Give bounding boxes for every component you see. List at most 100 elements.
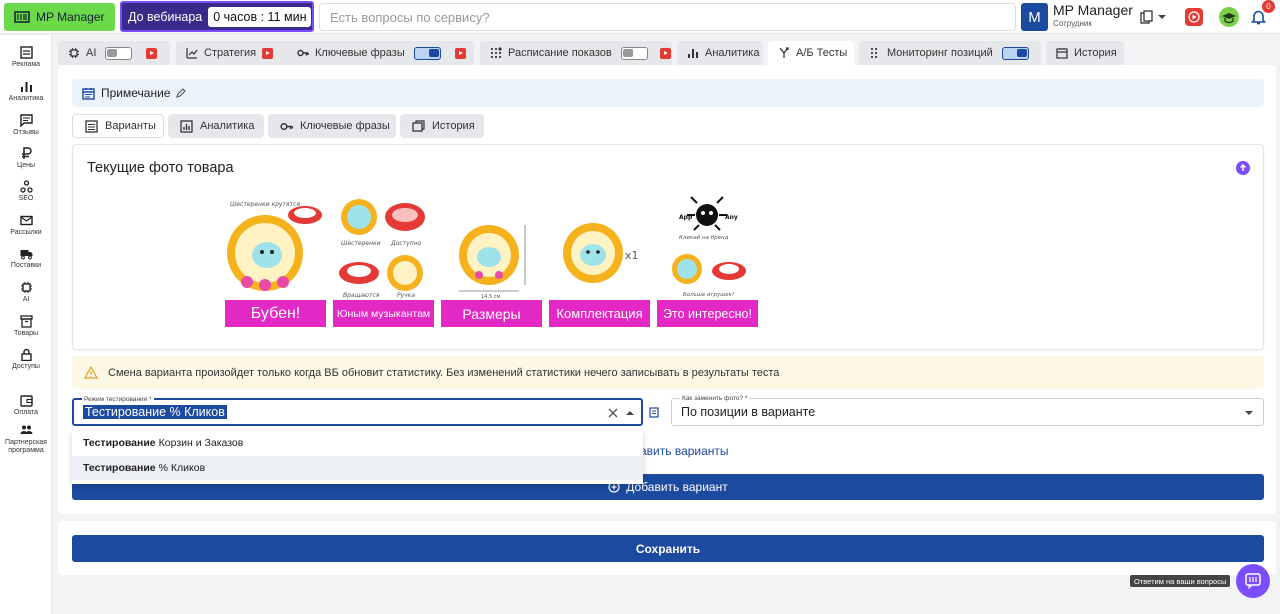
video-icon[interactable] [262,47,274,59]
lock-icon [20,348,32,361]
top-bar: MP Manager До вебинара 0 часов : 11 мин … [0,0,1280,34]
feature-label: Ручка [397,292,415,299]
dropdown-option[interactable]: Тестирование Корзин и Заказов [72,431,643,455]
testing-mode-select[interactable]: Режим тестирования * Тестирование % Клик… [72,396,643,426]
pencil-icon[interactable] [176,88,187,98]
sidebar-item-supplies[interactable]: Поставки [0,247,52,270]
webinar-countdown[interactable]: До вебинара 0 часов : 11 мин [120,1,314,32]
grid-dots-icon [871,48,877,58]
chevron-down-icon[interactable] [1158,15,1166,19]
graduation-cap-icon[interactable] [1219,7,1239,27]
logo-icon [14,11,30,23]
sidebar-item-analytics[interactable]: Аналитика [0,80,52,103]
collapse-up-icon[interactable] [1236,161,1250,175]
sidebar-item-prices[interactable]: Цены [0,147,52,170]
sidebar-item-payment[interactable]: Оплата [0,394,52,417]
warning-text: Смена варианта произойдет только когда В… [108,366,780,379]
keywords-toggle[interactable] [413,46,441,60]
sidebar: Реклама Аналитика Отзывы Цены SEO Рассыл… [0,35,52,614]
photo-thumb[interactable]: Шестеренки Доступно Вращаются Ручка Юным… [333,195,434,327]
save-button[interactable]: Сохранить [72,535,1264,562]
key-icon [280,122,293,130]
video-icon[interactable] [454,47,466,59]
sidebar-item-mailings[interactable]: Рассылки [0,214,52,237]
tab-analytics[interactable]: Аналитика [677,41,763,65]
ai-toggle[interactable] [105,46,133,60]
chevron-up-icon[interactable] [626,411,634,415]
sidebar-item-products[interactable]: Товары [0,315,52,338]
notification-badge: 0 [1262,0,1275,13]
product-image-kit: x1 [549,195,650,300]
tab-label: Аналитика [705,47,760,59]
sidebar-item-label: SEO [18,195,34,202]
sidebar-item-ai[interactable]: AI [0,281,52,304]
user-role: Сотрудник [1053,19,1092,28]
search-input[interactable] [319,3,1016,31]
video-icon[interactable] [146,47,158,59]
history-icon [1056,48,1068,59]
brand-name-right: Any [725,214,738,221]
logo[interactable]: MP Manager [4,3,115,31]
photos-title: Текущие фото товара [87,160,234,176]
photo-caption: Бубен! [225,300,326,327]
sidebar-item-partners[interactable]: Партнерская программа [0,424,52,455]
sidebar-item-access[interactable]: Доступы [0,348,52,371]
dropdown-option[interactable]: Тестирование % Кликов [72,456,643,480]
tab-schedule[interactable]: Расписание показов [480,41,672,65]
tab-keywords[interactable]: Ключевые фразы [287,41,474,65]
logo-text: MP Manager [36,10,105,24]
tab-history[interactable]: История [1046,41,1124,65]
sidebar-item-label: Товары [13,330,39,337]
seo-icon [19,180,33,193]
video-icon[interactable] [659,47,671,59]
subtab-label: Аналитика [200,120,255,132]
subtab-variants[interactable]: Варианты [72,114,164,138]
option-rest: Корзин и Заказов [158,437,244,449]
replace-photo-select[interactable]: Как заменить фото? * По позиции в вариан… [671,395,1264,426]
photo-thumb[interactable]: 14,5 см Размеры [441,195,542,327]
subtab-analytics[interactable]: Аналитика [168,114,264,138]
tab-ai[interactable]: AI [58,41,170,65]
chip-icon [20,282,32,293]
photo-thumb[interactable]: x1 Комплектация [549,195,650,327]
sidebar-item-label: AI [22,296,30,303]
photo-top-text: Шестеренки крутятся [230,201,300,208]
clear-icon[interactable] [608,408,618,418]
trend-icon [186,48,198,59]
photo-caption: Комплектация [549,300,650,327]
sidebar-item-label: Цены [17,162,35,169]
tab-ab-tests[interactable]: А/Б Тесты [768,41,854,65]
copy-icon[interactable] [1140,10,1154,24]
mail-icon [19,215,33,226]
sidebar-item-reviews[interactable]: Отзывы [0,114,52,137]
avatar[interactable]: M [1021,3,1048,31]
sidebar-item-label: Партнерская программа [5,439,47,454]
tab-label: А/Б Тесты [796,47,848,59]
sidebar-item-ads[interactable]: Реклама [0,46,52,69]
video-icon[interactable] [1185,8,1203,26]
product-image-features: Шестеренки Доступно Вращаются Ручка [333,195,434,300]
chat-help-button[interactable] [1236,564,1270,598]
subtab-label: Ключевые фразы [300,120,390,132]
monitoring-toggle[interactable] [1001,46,1029,60]
subtab-keywords[interactable]: Ключевые фразы [268,114,396,138]
schedule-toggle[interactable] [620,46,648,60]
tab-label: Ключевые фразы [315,47,405,59]
tab-position-monitoring[interactable]: Мониторинг позиций [859,41,1041,65]
current-photos-card: Текущие фото товара Шестеренки крутятся … [72,144,1264,350]
truck-icon [20,250,32,260]
sidebar-item-seo[interactable]: SEO [0,180,52,203]
tab-label: Стратегия [204,47,257,59]
info-book-icon[interactable] [649,407,659,418]
note-bar[interactable]: Примечание [72,79,1264,107]
comment-icon [19,114,33,127]
add-variants-link[interactable]: авить варианты [640,444,729,458]
subtab-history[interactable]: История [400,114,484,138]
photo-top-text: Кликай на бренд [679,235,729,241]
sidebar-item-label: Оплата [13,409,39,416]
chevron-down-icon[interactable] [1245,411,1253,415]
tab-label: Мониторинг позиций [887,47,993,59]
feature-label: Шестеренки [341,240,381,247]
photo-thumb[interactable]: Шестеренки крутятся Бубен! [225,195,326,327]
photo-thumb[interactable]: App Any Кликай на бренд Больше игрушек! … [657,195,758,327]
